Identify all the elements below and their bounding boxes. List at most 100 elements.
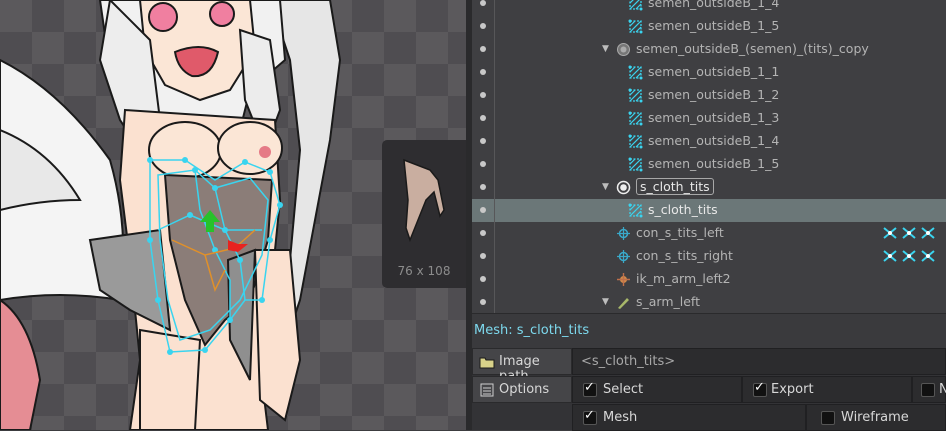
mesh-icon xyxy=(628,65,643,80)
expand-arrow-icon[interactable]: ▼ xyxy=(602,44,609,54)
third-option[interactable]: N xyxy=(912,376,946,403)
active-skin-icon xyxy=(616,180,631,195)
hierarchy-tree[interactable]: semen_outsideB_1_4 semen_outsideB_1_5 ▼ sem… xyxy=(472,0,946,313)
tree-guide-line xyxy=(494,38,495,61)
tree-row[interactable]: con_s_tits_left xyxy=(472,222,946,245)
attachment-thumbnail: 76 x 108 xyxy=(382,140,466,288)
image-path-row: Image path <s_cloth_tits> xyxy=(472,348,946,384)
tree-row[interactable]: semen_outsideB_1_2 xyxy=(472,84,946,107)
constraint-icon xyxy=(616,226,631,241)
constraint-tool-icons xyxy=(882,248,939,267)
tree-row[interactable]: ik_m_arm_left2 xyxy=(472,268,946,291)
tree-guide-line xyxy=(494,245,495,268)
tree-guide-line xyxy=(494,268,495,291)
transform-tool-icon[interactable] xyxy=(882,248,898,267)
tree-guide-line xyxy=(494,130,495,153)
options-label: Options xyxy=(499,382,550,397)
tree-row-label: s_cloth_tits xyxy=(636,178,714,195)
tree-row-label: semen_outsideB_1_4 xyxy=(648,0,780,10)
image-path-field[interactable]: <s_cloth_tits> xyxy=(572,348,946,375)
tree-row[interactable]: ▼ semen_outsideB_(semen)_(tits)_copy xyxy=(472,38,946,61)
tree-row-label: semen_outsideB_1_5 xyxy=(648,18,780,33)
wireframe-label: Wireframe xyxy=(841,410,909,425)
visibility-dot[interactable] xyxy=(480,299,486,305)
third-label: N xyxy=(939,382,946,397)
tree-row-label: semen_outsideB_1_4 xyxy=(648,133,780,148)
third-checkbox[interactable] xyxy=(921,383,935,397)
image-path-value: <s_cloth_tits> xyxy=(581,354,676,369)
tree-row[interactable]: semen_outsideB_1_5 xyxy=(472,15,946,38)
visibility-dot[interactable] xyxy=(480,184,486,190)
visibility-dot[interactable] xyxy=(480,161,486,167)
tree-row[interactable]: semen_outsideB_1_1 xyxy=(472,61,946,84)
tree-row[interactable]: semen_outsideB_1_4 xyxy=(472,130,946,153)
tree-row-label: semen_outsideB_1_2 xyxy=(648,87,780,102)
visibility-dot[interactable] xyxy=(480,253,486,259)
mesh-options-row: Mesh Wireframe xyxy=(472,404,946,431)
tree-row[interactable]: semen_outsideB_1_5 xyxy=(472,153,946,176)
tree-row[interactable]: con_s_tits_right xyxy=(472,245,946,268)
tree-row[interactable]: ▼ s_arm_left xyxy=(472,291,946,313)
ik-constraint-icon xyxy=(616,272,631,287)
tree-row-label: semen_outsideB_1_3 xyxy=(648,110,780,125)
tree-guide-line xyxy=(494,107,495,130)
visibility-dot[interactable] xyxy=(480,92,486,98)
tree-guide-line xyxy=(494,15,495,38)
export-option[interactable]: Export xyxy=(742,376,912,403)
tree-guide-line xyxy=(494,61,495,84)
tree-guide-line xyxy=(494,0,495,15)
mesh-checkbox[interactable] xyxy=(583,408,597,425)
tree-guide-line xyxy=(494,222,495,245)
bone-icon xyxy=(616,295,631,310)
constraint-icon xyxy=(616,249,631,264)
export-checkbox[interactable] xyxy=(753,380,767,397)
tree-row[interactable]: semen_outsideB_1_3 xyxy=(472,107,946,130)
tree-guide-line xyxy=(494,199,495,222)
expand-arrow-icon[interactable]: ▼ xyxy=(602,182,609,192)
transform-tool-icon[interactable] xyxy=(882,225,898,244)
visibility-dot[interactable] xyxy=(480,46,486,52)
tree-guide-line xyxy=(494,84,495,107)
tree-row[interactable]: ▼ s_cloth_tits xyxy=(472,176,946,199)
export-label: Export xyxy=(771,382,814,397)
visibility-dot[interactable] xyxy=(480,138,486,144)
tree-guide-line xyxy=(494,153,495,176)
wireframe-checkbox[interactable] xyxy=(821,411,835,425)
tree-row-label: semen_outsideB_1_1 xyxy=(648,64,780,79)
thumbnail-dimensions: 76 x 108 xyxy=(397,264,451,278)
transform-tool-icon[interactable] xyxy=(901,225,917,244)
transform-tool-icon[interactable] xyxy=(920,225,936,244)
visibility-dot[interactable] xyxy=(480,23,486,29)
transform-tool-icon[interactable] xyxy=(901,248,917,267)
image-path-header[interactable]: Image path xyxy=(472,348,572,384)
selection-status-bar: Mesh: s_cloth_tits xyxy=(472,313,946,349)
tree-guide-line xyxy=(494,291,495,313)
visibility-dot[interactable] xyxy=(480,115,486,121)
tree-row[interactable]: semen_outsideB_1_4 xyxy=(472,0,946,15)
visibility-dot[interactable] xyxy=(480,0,486,6)
tree-row[interactable]: s_cloth_tits xyxy=(472,199,946,222)
tree-row-label: con_s_tits_left xyxy=(636,225,724,240)
select-option[interactable]: Select xyxy=(572,376,742,403)
select-checkbox[interactable] xyxy=(583,380,597,397)
wireframe-option[interactable]: Wireframe xyxy=(806,404,946,431)
mesh-label: Mesh xyxy=(603,410,638,425)
select-label: Select xyxy=(603,382,644,397)
tree-row-label: semen_outsideB_(semen)_(tits)_copy xyxy=(636,41,869,56)
constraint-tool-icons xyxy=(882,225,939,244)
skin-icon xyxy=(616,42,631,57)
visibility-dot[interactable] xyxy=(480,69,486,75)
tree-row-label: con_s_tits_right xyxy=(636,248,733,263)
tree-row-label: ik_m_arm_left2 xyxy=(636,271,731,286)
folder-icon xyxy=(479,354,495,374)
mesh-icon xyxy=(628,0,643,11)
visibility-dot[interactable] xyxy=(480,276,486,282)
mesh-icon xyxy=(628,157,643,172)
mesh-option[interactable]: Mesh xyxy=(572,404,806,431)
visibility-dot[interactable] xyxy=(480,230,486,236)
options-header: Options xyxy=(472,376,572,403)
visibility-dot[interactable] xyxy=(480,207,486,213)
expand-arrow-icon[interactable]: ▼ xyxy=(602,297,609,307)
transform-tool-icon[interactable] xyxy=(920,248,936,267)
mesh-icon xyxy=(628,111,643,126)
